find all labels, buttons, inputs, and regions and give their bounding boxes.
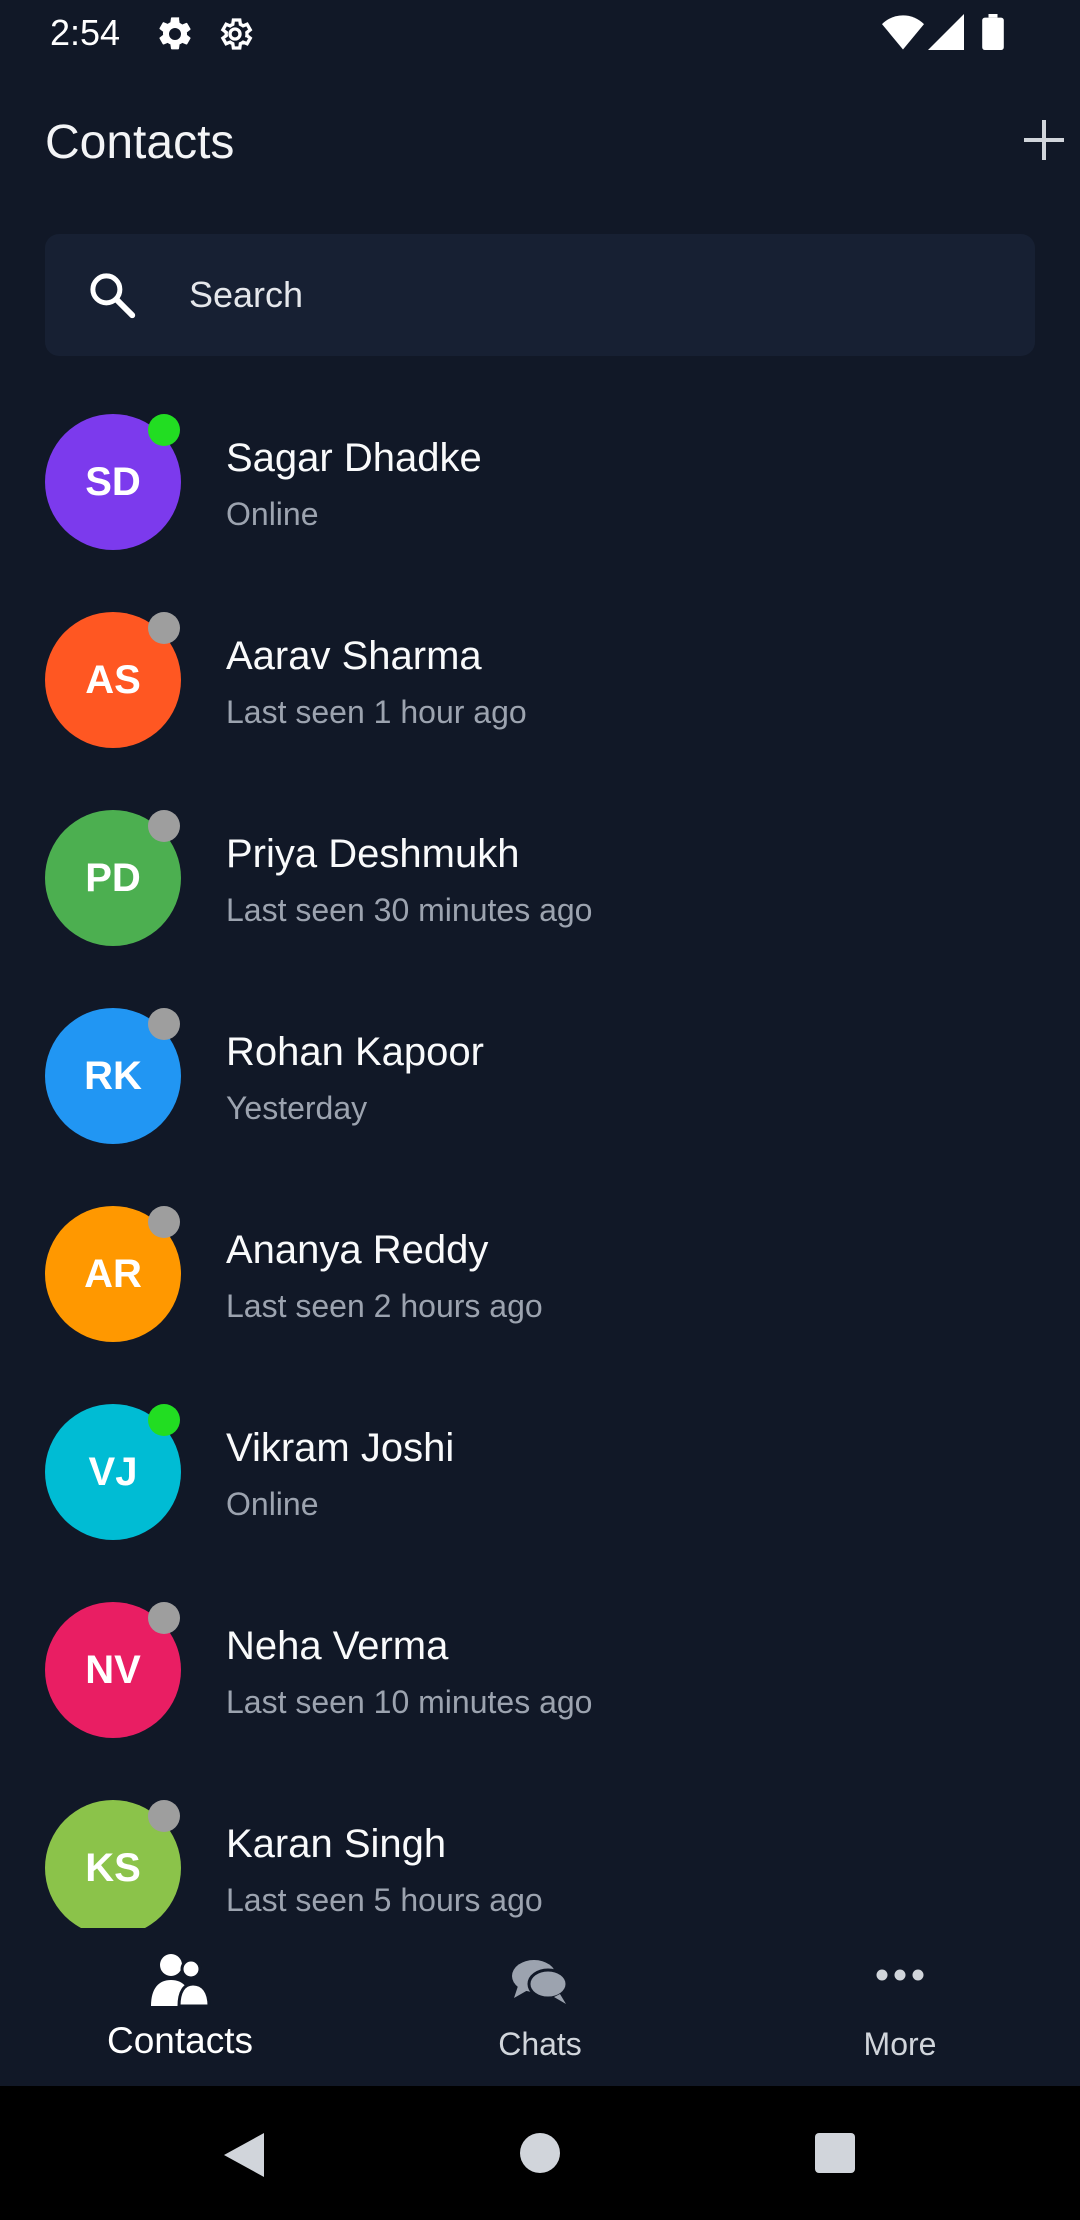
contact-name: Vikram Joshi <box>226 1426 455 1470</box>
nav-label: Contacts <box>106 2020 253 2061</box>
contacts-icon <box>147 1952 213 2015</box>
status-bar: 2:54 <box>0 0 1080 66</box>
presence-indicator <box>148 1008 180 1040</box>
contact-status: Last seen 10 minutes ago <box>226 1684 593 1720</box>
nav-label: Chats <box>498 2026 582 2062</box>
contact-status: Last seen 30 minutes ago <box>226 892 593 928</box>
home-button[interactable] <box>518 2131 562 2180</box>
page-title: Contacts <box>45 116 235 169</box>
more-dots-icon <box>875 1968 925 1987</box>
system-nav-bar <box>0 2086 1080 2220</box>
contact-name: Aarav Sharma <box>226 634 482 678</box>
contact-name: Neha Verma <box>226 1624 449 1668</box>
wifi-icon <box>882 14 924 55</box>
contact-name: Ananya Reddy <box>226 1228 489 1272</box>
settings-gear-icon <box>155 14 195 59</box>
contact-name: Sagar Dhadke <box>226 436 482 480</box>
search-icon <box>85 268 139 327</box>
bottom-nav: Contacts Chats More <box>0 1928 1080 2086</box>
presence-indicator <box>148 612 180 644</box>
nav-tab-more[interactable]: More <box>720 1928 1080 2086</box>
contact-row[interactable]: RK Rohan Kapoor Yesterday <box>0 992 1080 1190</box>
back-triangle-icon <box>224 2133 264 2177</box>
contact-name: Priya Deshmukh <box>226 832 520 876</box>
presence-indicator <box>148 1404 180 1436</box>
contact-row[interactable]: PD Priya Deshmukh Last seen 30 minutes a… <box>0 794 1080 992</box>
battery-icon <box>982 14 1004 55</box>
contact-row[interactable]: AR Ananya Reddy Last seen 2 hours ago <box>0 1190 1080 1388</box>
add-contact-button[interactable] <box>1022 118 1066 162</box>
nav-label: More <box>863 2026 937 2062</box>
nav-tab-contacts[interactable]: Contacts <box>0 1928 360 2086</box>
back-button[interactable] <box>220 2131 266 2184</box>
contact-row[interactable]: SD Sagar Dhadke Online <box>0 398 1080 596</box>
contact-name: Karan Singh <box>226 1822 447 1866</box>
contact-status: Last seen 1 hour ago <box>226 694 527 730</box>
plus-icon <box>1024 120 1064 160</box>
recents-button[interactable] <box>813 2131 857 2180</box>
contact-status: Last seen 5 hours ago <box>226 1882 543 1918</box>
contact-name: Rohan Kapoor <box>226 1030 484 1074</box>
contact-status: Online <box>226 1486 319 1522</box>
contact-row[interactable]: KS Karan Singh Last seen 5 hours ago <box>0 1784 1080 1928</box>
contact-list[interactable]: SD Sagar Dhadke Online AS Aarav Sharma L… <box>0 398 1080 1928</box>
home-circle-icon <box>520 2133 560 2173</box>
cell-signal-icon <box>928 14 964 55</box>
status-time: 2:54 <box>50 12 121 53</box>
presence-indicator <box>148 810 180 842</box>
search-bar[interactable] <box>45 234 1035 356</box>
contact-status: Online <box>226 496 319 532</box>
presence-indicator <box>148 1602 180 1634</box>
nav-tab-chats[interactable]: Chats <box>360 1928 720 2086</box>
contact-row[interactable]: AS Aarav Sharma Last seen 1 hour ago <box>0 596 1080 794</box>
presence-indicator <box>148 1800 180 1832</box>
search-input[interactable] <box>187 264 991 326</box>
contact-row[interactable]: NV Neha Verma Last seen 10 minutes ago <box>0 1586 1080 1784</box>
contact-status: Last seen 2 hours ago <box>226 1288 543 1324</box>
contact-status: Yesterday <box>226 1090 368 1126</box>
presence-indicator <box>148 1206 180 1238</box>
chat-bubbles-icon <box>510 1956 570 2013</box>
recents-square-icon <box>815 2133 855 2173</box>
settings-outline-icon <box>215 14 255 59</box>
presence-indicator <box>148 414 180 446</box>
contact-row[interactable]: VJ Vikram Joshi Online <box>0 1388 1080 1586</box>
